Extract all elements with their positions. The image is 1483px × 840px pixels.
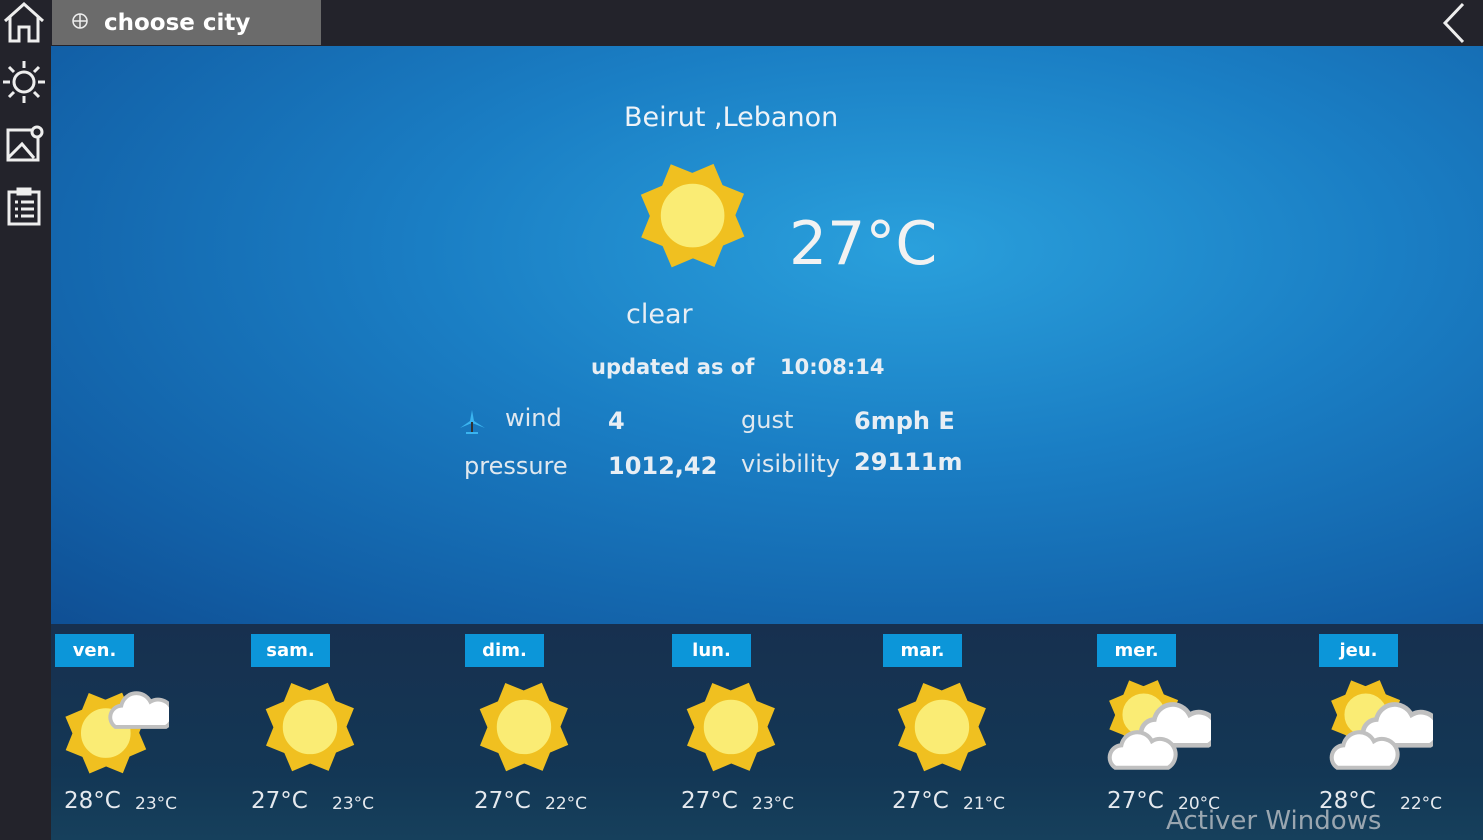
low-temp: 23°C (332, 794, 375, 814)
high-temp: 27°C (1107, 788, 1164, 814)
weather-icon (259, 676, 365, 786)
day-tab[interactable]: mar. (883, 634, 962, 667)
visibility-label: visibility (741, 450, 840, 478)
updated-time: 10:08:14 (780, 355, 885, 379)
home-icon[interactable] (2, 0, 46, 44)
day-tab[interactable]: dim. (465, 634, 544, 667)
choose-city-label: choose city (104, 9, 251, 36)
day-tab[interactable]: sam. (251, 634, 330, 667)
updated-label: updated as of (591, 355, 755, 379)
low-temp: 23°C (752, 794, 795, 814)
forecast-day[interactable]: ven. 28°C 23°C (55, 624, 255, 840)
weather-icon (1327, 676, 1442, 786)
activation-watermark: Activer Windows (1166, 806, 1382, 836)
high-temp: 27°C (892, 788, 949, 814)
visibility-value: 29111m (854, 448, 963, 476)
list-icon[interactable] (2, 184, 46, 228)
weather-icon (473, 676, 579, 786)
sidebar (0, 0, 51, 840)
high-temp: 28°C (64, 788, 121, 814)
weather-icon (63, 676, 175, 786)
wind-label: wind (505, 404, 562, 432)
globe-pin-icon (72, 12, 90, 34)
low-temp: 21°C (963, 794, 1006, 814)
day-tab[interactable]: lun. (672, 634, 751, 667)
wind-value: 4 (608, 407, 625, 435)
low-temp: 22°C (1400, 794, 1443, 814)
sun-icon (633, 156, 757, 284)
forecast-day[interactable]: sam. 27°C 23°C (251, 624, 451, 840)
gust-label: gust (741, 406, 794, 434)
low-temp: 23°C (135, 794, 178, 814)
low-temp: 22°C (545, 794, 588, 814)
chevron-left-icon[interactable] (1439, 2, 1469, 48)
map-icon[interactable] (2, 122, 46, 166)
weather-icon (680, 676, 786, 786)
gust-value: 6mph E (854, 407, 955, 435)
high-temp: 27°C (681, 788, 738, 814)
current-temperature: 27°C (789, 209, 938, 279)
condition: clear (626, 299, 693, 330)
forecast-day[interactable]: mar. 27°C 21°C (883, 624, 1083, 840)
current-weather-panel: Beirut ,Lebanon 27°C clear updated as of… (51, 46, 1483, 624)
high-temp: 27°C (474, 788, 531, 814)
sun-icon[interactable] (2, 60, 46, 104)
high-temp: 27°C (251, 788, 308, 814)
wind-turbine-icon (457, 406, 487, 440)
choose-city-button[interactable]: choose city (52, 0, 321, 45)
pressure-value: 1012,42 (608, 452, 718, 480)
forecast-day[interactable]: lun. 27°C 23°C (672, 624, 872, 840)
day-tab[interactable]: ven. (55, 634, 134, 667)
day-tab[interactable]: mer. (1097, 634, 1176, 667)
forecast-day[interactable]: dim. 27°C 22°C (465, 624, 665, 840)
day-tab[interactable]: jeu. (1319, 634, 1398, 667)
pressure-label: pressure (464, 452, 568, 480)
weather-icon (1105, 676, 1220, 786)
weather-icon (891, 676, 997, 786)
location: Beirut ,Lebanon (624, 102, 839, 133)
